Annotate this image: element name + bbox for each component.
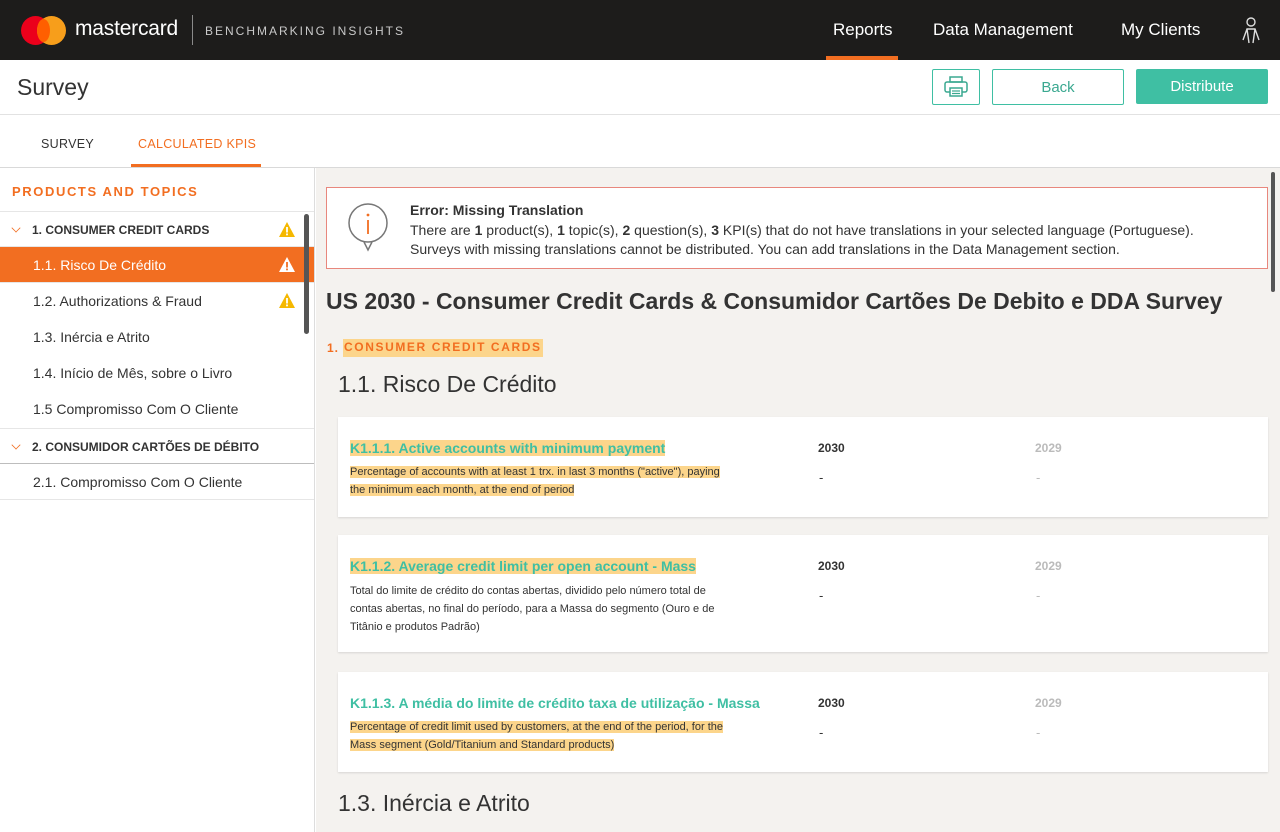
warning-icon [279,257,295,272]
kpi-description: Total do limite de crédito do contas abe… [350,585,715,633]
sidebar-item-label: 1.1. Risco De Crédito [33,257,167,273]
page-title: Survey [17,74,89,100]
kpi-card: K1.1.1. Active accounts with minimum pay… [338,417,1268,517]
sidebar-group-consumer-credit-cards[interactable]: 1. CONSUMER CREDIT CARDS [0,211,314,247]
sidebar-item-inercia-e-atrito[interactable]: 1.3. Inércia e Atrito [0,319,314,355]
kpi-card: K1.1.3. A média do limite de crédito tax… [338,672,1268,772]
kpi-card: K1.1.2. Average credit limit per open ac… [338,535,1268,652]
value-previous: - [1036,588,1041,603]
sidebar-item-label: 1.2. Authorizations & Fraud [33,293,202,309]
value-current: - [819,725,824,740]
distribute-button[interactable]: Distribute [1136,69,1268,104]
value-previous: - [1036,725,1041,740]
value-current: - [819,588,824,603]
sidebar-item-label: 2.1. Compromisso Com O Cliente [33,474,243,490]
sidebar-item-compromisso-com-o-cliente[interactable]: 1.5 Compromisso Com O Cliente [0,391,314,427]
topic-title: 1.3. Inércia e Atrito [338,790,530,816]
sidebar-item-inicio-de-mes[interactable]: 1.4. Início de Mês, sobre o Livro [0,355,314,391]
kpi-description: Percentage of credit limit used by custo… [350,721,723,751]
sidebar-group-consumidor-cartoes-de-debito[interactable]: 2. CONSUMIDOR CARTÕES DE DÉBITO [0,428,314,464]
value-current: - [819,470,824,485]
year-previous: 2029 [1035,696,1062,710]
brand-divider [192,15,193,45]
print-button[interactable] [932,69,980,105]
sidebar-item-compromisso-com-o-cliente-2[interactable]: 2.1. Compromisso Com O Cliente [0,464,314,500]
brand-name[interactable]: mastercard [75,17,178,41]
year-current: 2030 [818,696,845,710]
sidebar-item-risco-de-credito[interactable]: 1.1. Risco De Crédito [0,247,314,283]
tab-active-indicator [131,164,261,167]
back-button[interactable]: Back [992,69,1124,105]
error-summary: There are 1 product(s), 1 topic(s), 2 qu… [410,222,1194,238]
chevron-down-icon [11,440,21,450]
sidebar-heading: PRODUCTS AND TOPICS [12,184,199,199]
nav-my-clients[interactable]: My Clients [1121,20,1200,40]
year-previous: 2029 [1035,441,1062,455]
sidebar-item-label: 1.4. Início de Mês, sobre o Livro [33,365,233,381]
kpi-name[interactable]: K1.1.3. A média do limite de crédito tax… [350,695,760,711]
kpi-description: Percentage of accounts with at least 1 t… [350,466,720,496]
nav-data-management[interactable]: Data Management [933,20,1073,40]
survey-title: US 2030 - Consumer Credit Cards & Consum… [326,288,1223,314]
mastercard-logo-icon[interactable] [21,16,67,45]
topic-title: 1.1. Risco De Crédito [338,371,557,397]
printer-icon [944,76,968,97]
year-previous: 2029 [1035,559,1062,573]
error-detail: Surveys with missing translations cannot… [410,241,1120,257]
info-lightbulb-icon [348,203,388,252]
error-title: Error: Missing Translation [410,202,584,218]
nav-reports[interactable]: Reports [833,20,893,40]
chevron-down-icon [11,223,21,233]
kpi-name[interactable]: K1.1.2. Average credit limit per open ac… [350,558,696,574]
sidebar-scrollbar[interactable] [304,214,309,334]
year-current: 2030 [818,441,845,455]
section-number: 1. [327,341,340,355]
tab-survey[interactable]: SURVEY [41,137,94,151]
warning-icon [279,222,295,237]
value-previous: - [1036,470,1041,485]
sidebar-group-label: 1. CONSUMER CREDIT CARDS [32,223,210,237]
sidebar-item-authorizations-fraud[interactable]: 1.2. Authorizations & Fraud [0,283,314,319]
year-current: 2030 [818,559,845,573]
user-profile-icon[interactable] [1238,16,1264,44]
sidebar-group-label: 2. CONSUMIDOR CARTÕES DE DÉBITO [32,440,260,454]
product-name: BENCHMARKING INSIGHTS [205,24,406,38]
warning-icon [279,293,295,308]
main-scrollbar[interactable] [1271,172,1275,292]
sidebar-item-label: 1.3. Inércia e Atrito [33,329,150,345]
tab-calculated-kpis[interactable]: CALCULATED KPIS [138,137,256,151]
sidebar-item-label: 1.5 Compromisso Com O Cliente [33,401,239,417]
section-name: CONSUMER CREDIT CARDS [343,339,543,357]
kpi-name[interactable]: K1.1.1. Active accounts with minimum pay… [350,440,666,456]
